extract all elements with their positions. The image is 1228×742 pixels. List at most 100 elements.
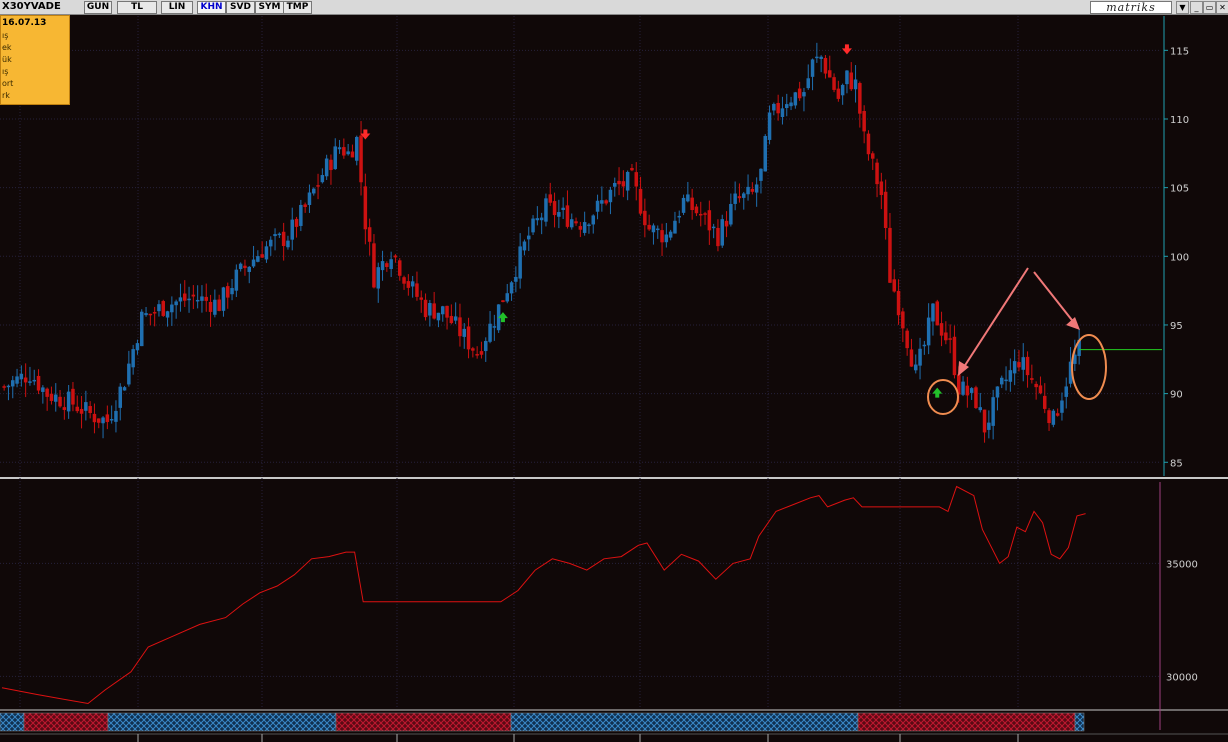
candle-body <box>140 311 144 347</box>
candle-body <box>135 343 140 351</box>
signal-band-segment <box>107 712 337 732</box>
candle-body <box>238 263 243 270</box>
price-tick-label: 100 <box>1170 252 1189 263</box>
signal-band-segment <box>510 712 859 732</box>
candle-body <box>875 162 879 185</box>
price-tick-label: 115 <box>1170 46 1189 57</box>
candle-body <box>531 218 535 233</box>
candle-body <box>888 227 892 283</box>
candle-body <box>213 299 217 315</box>
candle-body <box>187 298 191 301</box>
candle-body <box>88 406 92 414</box>
candle-body <box>346 151 350 155</box>
candle-body <box>329 159 333 171</box>
signal-band-segment <box>23 712 109 732</box>
candle-body <box>6 385 11 388</box>
candle-body <box>501 300 505 303</box>
price-tick-label: 105 <box>1170 184 1189 195</box>
candle-body <box>518 246 522 279</box>
candle-body <box>449 315 454 324</box>
candle-body <box>621 181 626 187</box>
candle-body <box>664 234 669 243</box>
candle-body <box>892 279 896 292</box>
candle-body <box>337 147 342 150</box>
candle-body <box>600 200 604 204</box>
candle-body <box>896 290 901 316</box>
candle-body <box>711 226 716 229</box>
candle-body <box>402 277 406 284</box>
candle-body <box>673 220 677 234</box>
candle-body <box>574 221 578 224</box>
candle-body <box>819 56 823 59</box>
candle-body <box>991 397 995 426</box>
signal-band-segment <box>1074 712 1085 732</box>
candle-body <box>638 188 643 214</box>
candle-body <box>152 312 157 314</box>
candle-body <box>759 168 763 181</box>
candle-body <box>1034 383 1038 388</box>
candle-body <box>453 316 458 321</box>
candle-body <box>853 79 858 90</box>
candle-body <box>1047 410 1051 424</box>
candle-body <box>1060 400 1064 413</box>
info-row: ort <box>2 79 14 88</box>
candle-body <box>191 294 196 297</box>
candle-body <box>101 417 105 424</box>
candle-body <box>965 385 970 396</box>
candle-body <box>367 227 372 242</box>
candle-body <box>643 210 647 226</box>
candle-body <box>1051 410 1056 425</box>
candle-body <box>1064 386 1068 397</box>
candle-body <box>578 226 583 230</box>
candle-body <box>144 313 148 316</box>
candle-body <box>656 228 660 231</box>
candle-body <box>720 219 724 246</box>
candle-body <box>419 297 423 300</box>
candle-body <box>471 348 475 351</box>
candle-body <box>286 240 290 248</box>
candle-body <box>716 227 720 247</box>
candle-body <box>1055 413 1060 416</box>
candle-body <box>832 77 836 90</box>
candle-body <box>174 301 178 306</box>
candle-body <box>385 263 389 267</box>
candle-body <box>690 197 694 211</box>
candle-body <box>372 243 376 288</box>
candle-body <box>492 326 497 328</box>
signal-band-segment <box>335 712 512 732</box>
candle-body <box>617 180 621 185</box>
candle-body <box>948 338 952 340</box>
candle-body <box>505 293 509 302</box>
candle-body <box>849 72 853 90</box>
candle-body <box>544 198 548 222</box>
price-chart[interactable]: 85 90 95 100 105 110 115 30000 35000 <box>0 0 1228 742</box>
candle-body <box>539 217 544 221</box>
candle-body <box>1000 377 1004 385</box>
candle-body <box>333 146 337 170</box>
candle-body <box>97 418 101 423</box>
candle-body <box>294 218 299 227</box>
candle-body <box>84 402 88 411</box>
candle-body <box>763 136 767 172</box>
candle-body <box>363 186 368 230</box>
candle-body <box>914 364 918 371</box>
candle-body <box>49 393 54 401</box>
price-tick-label: 90 <box>1170 390 1183 401</box>
candle-body <box>122 387 127 391</box>
candle-body <box>548 194 552 203</box>
candle-body <box>995 386 1000 398</box>
candle-body <box>561 207 565 211</box>
candle-body <box>75 406 79 412</box>
candle-body <box>19 373 24 380</box>
candle-body <box>905 330 909 349</box>
candle-body <box>316 185 320 187</box>
candle-body <box>866 133 871 155</box>
candle-body <box>484 340 488 352</box>
candle-body <box>862 110 866 132</box>
candle-body <box>58 396 62 407</box>
candle-body <box>608 189 613 203</box>
candle-body <box>974 387 978 409</box>
candle-body <box>737 196 742 199</box>
candle-body <box>634 172 638 187</box>
candle-body <box>651 225 656 233</box>
